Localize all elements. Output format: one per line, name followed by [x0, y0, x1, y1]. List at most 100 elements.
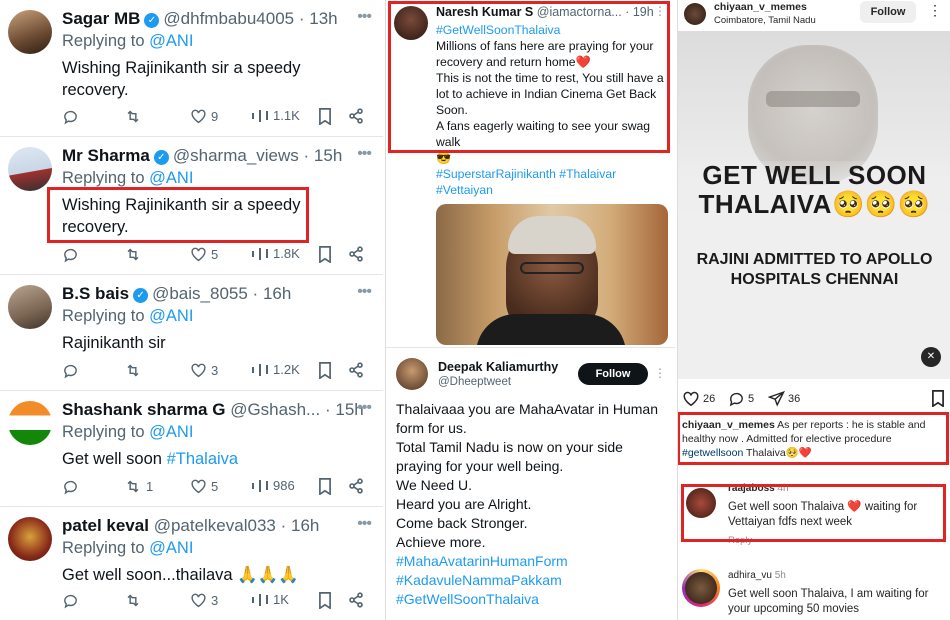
replying-to: Replying to @ANI — [62, 32, 194, 50]
follow-button[interactable]: Follow — [860, 1, 916, 23]
user-handle[interactable]: @patelkeval033 — [154, 516, 276, 535]
reply-icon[interactable] — [62, 108, 79, 125]
more-options-icon[interactable]: ••• — [357, 145, 372, 163]
more-options-icon[interactable]: ⋮ — [654, 366, 666, 380]
share-icon[interactable] — [348, 108, 364, 124]
avatar[interactable] — [684, 3, 706, 25]
avatar[interactable] — [8, 517, 52, 561]
user-name[interactable]: Mr Sharma — [62, 146, 150, 165]
reply-icon[interactable] — [62, 478, 79, 495]
reply-tweet[interactable]: Sagar MB ✓ @dhfmbabu4005 · 13h ••• Replyin… — [0, 0, 383, 137]
bookmark-icon[interactable] — [318, 478, 332, 495]
hashtag-link[interactable]: #GetWellSoonThalaiva — [396, 590, 666, 609]
views-icon[interactable]: 1K — [252, 592, 289, 607]
retweet-icon[interactable] — [124, 108, 146, 125]
user-handle[interactable]: @dhfmbabu4005 — [163, 9, 294, 28]
reply-tweet[interactable]: Shashank sharma G @Gshash... · 15h ••• R… — [0, 391, 383, 507]
hashtag-link[interactable]: #KadavuleNammaPakkam — [396, 571, 666, 590]
view-count: 1.2K — [273, 362, 300, 377]
hashtag-link[interactable]: #Thalaiva — [167, 450, 239, 468]
views-icon[interactable]: 986 — [252, 478, 295, 493]
deepak-tweet[interactable]: Deepak Kaliamurthy @Dheeptweet Follow ⋮ … — [386, 347, 675, 620]
poster-title: GET WELL SOON — [702, 160, 927, 190]
like-button[interactable]: 9 — [190, 108, 218, 124]
more-options-icon[interactable]: ••• — [357, 515, 372, 533]
poster-subtitle: HOSPITALS CHENNAI — [730, 271, 899, 288]
like-button[interactable]: 26 — [682, 390, 715, 407]
bookmark-icon[interactable] — [318, 246, 332, 263]
follow-button[interactable]: Follow — [578, 363, 648, 385]
reply-tweet[interactable]: Mr Sharma ✓ @sharma_views · 15h ••• Replyi… — [0, 137, 383, 275]
avatar[interactable] — [8, 285, 52, 329]
comment-username[interactable]: adhira_vu — [728, 570, 772, 581]
avatar[interactable] — [8, 10, 52, 54]
view-count: 1K — [273, 592, 289, 607]
more-options-icon[interactable]: ••• — [357, 283, 372, 301]
reply-icon[interactable] — [62, 246, 79, 263]
like-count: 5 — [211, 246, 219, 262]
more-options-icon[interactable]: ••• — [357, 399, 372, 417]
user-name[interactable]: Sagar MB — [62, 9, 140, 28]
hashtag-link[interactable]: #Vettaiyan — [436, 182, 664, 198]
user-handle[interactable]: @Dheeptweet — [438, 376, 511, 388]
replying-to: Replying to @ANI — [62, 423, 194, 441]
timestamp: 15h — [313, 146, 343, 165]
views-icon[interactable]: 1.8K — [252, 246, 300, 261]
highlight-box — [388, 1, 670, 153]
save-icon[interactable] — [931, 390, 945, 410]
bookmark-icon[interactable] — [318, 592, 332, 609]
views-icon[interactable]: 1.2K — [252, 362, 300, 377]
avatar[interactable] — [8, 147, 52, 191]
naresh-tweet[interactable]: Naresh Kumar S @iamactorna... · 19h ⋮ #G… — [386, 0, 675, 345]
poster-subtitle: RAJINI ADMITTED TO APOLLO — [696, 251, 933, 268]
like-count: 3 — [211, 362, 219, 378]
like-button[interactable]: 3 — [190, 362, 218, 378]
more-options-icon[interactable]: ⋮ — [928, 2, 942, 19]
retweet-icon[interactable] — [124, 362, 146, 379]
reply-to-link[interactable]: @ANI — [149, 423, 193, 441]
reply-to-link[interactable]: @ANI — [149, 169, 193, 187]
reply-tweet[interactable]: patel keval @patelkeval033 · 16h ••• Rep… — [0, 507, 383, 620]
hashtag-link[interactable]: #MahaAvatarinHumanForm — [396, 552, 666, 571]
more-options-icon[interactable]: ••• — [357, 8, 372, 26]
mute-icon[interactable]: ✕ — [921, 347, 941, 367]
avatar[interactable] — [396, 358, 428, 390]
retweet-icon[interactable]: 1 — [124, 478, 153, 495]
reply-to-link[interactable]: @ANI — [149, 32, 193, 50]
reply-tweet[interactable]: B.S bais ✓ @bais_8055 · 16h ••• Replying t… — [0, 275, 383, 391]
verified-badge-icon: ✓ — [144, 13, 160, 28]
post-image[interactable]: GET WELL SOON THALAIVA🥺🥺🥺 RAJINI ADMITTE… — [678, 31, 950, 379]
post-username[interactable]: chiyaan_v_memes — [714, 1, 807, 13]
comment: adhira_vu 5h Get well soon Thalaiva, I a… — [678, 566, 950, 620]
reply-to-link[interactable]: @ANI — [149, 307, 193, 325]
avatar[interactable] — [8, 401, 52, 445]
reply-icon[interactable] — [62, 362, 79, 379]
hashtag-link[interactable]: #SuperstarRajinikanth #Thalaivar — [436, 166, 664, 182]
user-name[interactable]: patel keval — [62, 516, 149, 535]
like-button[interactable]: 5 — [190, 478, 218, 494]
like-button[interactable]: 5 — [190, 246, 218, 262]
post-location[interactable]: Coimbatore, Tamil Nadu — [714, 15, 816, 26]
user-handle[interactable]: @sharma_views — [173, 146, 299, 165]
share-button[interactable]: 36 — [768, 390, 800, 407]
views-icon[interactable]: 1.1K — [252, 108, 300, 123]
comment-text: Get well soon Thalaiva, I am waiting for… — [728, 588, 929, 615]
photo-rajinikanth[interactable] — [436, 204, 668, 345]
comment-button[interactable]: 5 — [728, 390, 754, 407]
reply-to-link[interactable]: @ANI — [149, 539, 193, 557]
user-name[interactable]: B.S bais — [62, 284, 129, 303]
share-icon[interactable] — [348, 592, 364, 608]
bookmark-icon[interactable] — [318, 108, 332, 125]
retweet-icon[interactable] — [124, 592, 146, 609]
bookmark-icon[interactable] — [318, 362, 332, 379]
share-icon[interactable] — [348, 478, 364, 494]
user-handle[interactable]: @bais_8055 — [152, 284, 248, 303]
reply-icon[interactable] — [62, 592, 79, 609]
user-name[interactable]: Shashank sharma G — [62, 400, 225, 419]
user-handle[interactable]: @Gshash... — [230, 400, 320, 419]
share-icon[interactable] — [348, 246, 364, 262]
share-icon[interactable] — [348, 362, 364, 378]
user-name[interactable]: Deepak Kaliamurthy — [438, 360, 558, 374]
retweet-icon[interactable] — [124, 246, 146, 263]
like-button[interactable]: 3 — [190, 592, 218, 608]
